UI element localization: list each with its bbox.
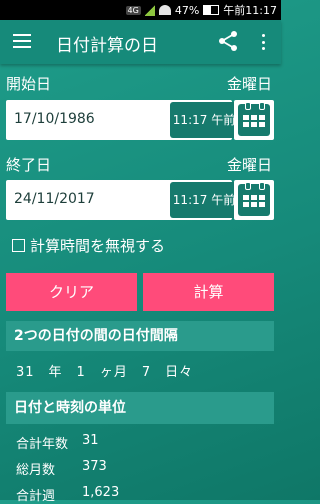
units-header: 日付と時刻の単位 — [6, 392, 274, 424]
end-date-field[interactable]: 24/11/2017 11:17 午前 — [6, 180, 238, 220]
list-item: 合計年数 31 — [16, 433, 99, 452]
unit-label: 合計年数 — [16, 437, 69, 452]
battery-icon — [203, 5, 220, 15]
interval-header: 2つの日付の間の日付間隔 — [6, 321, 274, 351]
start-weekday: 金曜日 — [227, 75, 273, 93]
start-time-button[interactable]: 11:17 午前 — [170, 102, 238, 138]
battery-percent: 47% — [174, 3, 200, 17]
start-date-field[interactable]: 17/10/1986 11:17 午前 — [6, 100, 238, 140]
ignore-time-label[interactable]: 計算時間を無視する — [30, 235, 165, 256]
clear-button[interactable]: クリア — [6, 273, 137, 311]
unit-value: 373 — [82, 459, 107, 474]
start-date-value: 17/10/1986 — [14, 111, 95, 127]
signal-icon — [144, 4, 155, 16]
end-date-value: 24/11/2017 — [14, 191, 95, 207]
calculate-button[interactable]: 計算 — [143, 273, 274, 311]
menu-icon[interactable] — [13, 34, 31, 48]
interval-result: 31 年 1 ヶ月 7 日々 — [16, 365, 194, 380]
unit-value: 1,623 — [82, 485, 120, 500]
status-icons: 4G 47% 午前11:17 — [125, 2, 277, 18]
interval-title: 2つの日付の間の日付間隔 — [14, 328, 178, 344]
app-bar: 日付計算の日 — [0, 20, 281, 64]
unit-value: 31 — [82, 433, 99, 448]
status-clock: 午前11:17 — [223, 4, 277, 17]
unit-label: 総月数 — [16, 463, 56, 478]
end-date-label: 終了日 — [6, 156, 52, 174]
units-title: 日付と時刻の単位 — [14, 400, 126, 416]
calendar-icon — [238, 102, 270, 136]
start-calendar-button[interactable] — [234, 100, 274, 140]
list-item: 総月数 373 — [16, 459, 107, 478]
network-type: 4G — [125, 5, 141, 15]
end-weekday: 金曜日 — [227, 156, 273, 174]
status-bar: 4G 47% 午前11:17 — [0, 0, 281, 20]
wifi-icon — [158, 5, 171, 15]
more-options-icon[interactable] — [260, 34, 266, 50]
start-date-label: 開始日 — [6, 75, 52, 93]
calendar-icon — [238, 182, 270, 216]
unit-label: 合計週 — [16, 489, 56, 504]
share-icon[interactable] — [217, 30, 239, 52]
page-title: 日付計算の日 — [56, 36, 158, 56]
list-item: 合計週 1,623 — [16, 485, 119, 504]
end-time-button[interactable]: 11:17 午前 — [170, 182, 238, 218]
end-calendar-button[interactable] — [234, 180, 274, 220]
ignore-time-checkbox[interactable] — [12, 239, 25, 252]
